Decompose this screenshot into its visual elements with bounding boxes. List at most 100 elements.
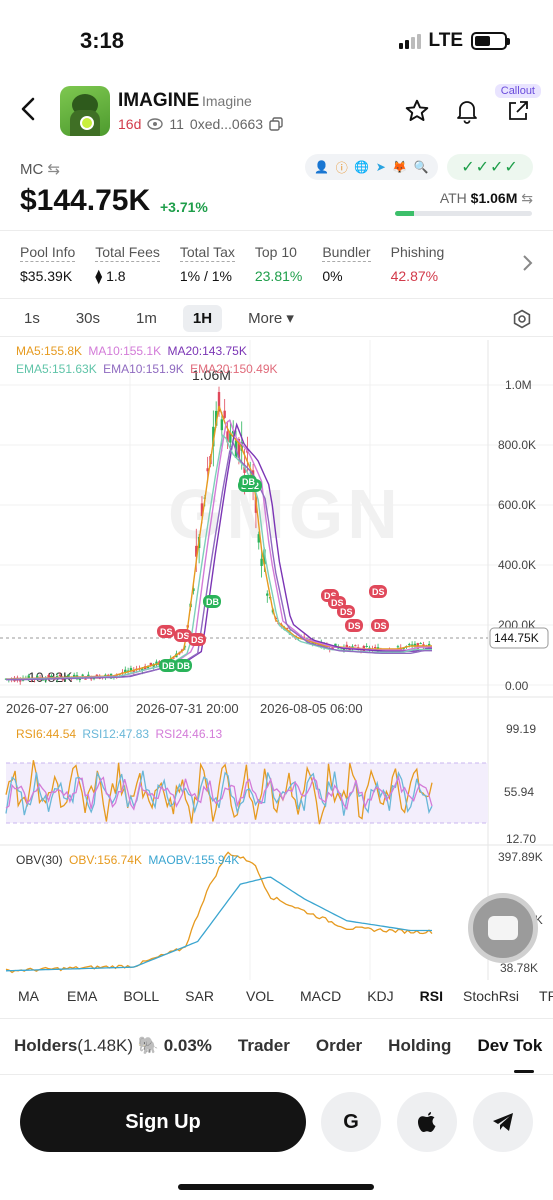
svg-text:DB: DB <box>162 661 175 671</box>
swap-icon: ⇆ <box>47 161 61 178</box>
candle-body <box>220 419 224 431</box>
star-icon[interactable] <box>402 96 432 126</box>
ind-rsi[interactable]: RSI <box>420 988 443 1004</box>
price-chart[interactable]: GMGN 1.0M 800.0K 600.0K 400.0K 200.0K 0.… <box>0 340 553 980</box>
obv-lines <box>5 851 433 974</box>
obv-tick: 397.89K <box>498 850 543 864</box>
ind-stochrsi[interactable]: StochRsi <box>463 988 519 1004</box>
apple-login-button[interactable] <box>397 1092 457 1152</box>
candle-body <box>374 646 377 648</box>
svg-text:DS: DS <box>348 621 361 631</box>
candle-body <box>78 678 82 680</box>
fox-icon: 🦊 <box>392 160 408 174</box>
trade-marker: DB <box>174 659 192 672</box>
tf-1s[interactable]: 1s <box>14 305 50 332</box>
ind-trix[interactable]: TRIX <box>539 988 553 1004</box>
tf-1m[interactable]: 1m <box>126 305 167 332</box>
apple-icon <box>418 1112 436 1132</box>
trade-marker: DB <box>203 595 221 608</box>
candle-body <box>81 674 84 676</box>
battery-icon <box>471 32 510 50</box>
svg-text:DS: DS <box>160 627 173 637</box>
bottom-tabs[interactable]: Holders(1.48K) 🐘 0.03% Trader Order Hold… <box>14 1036 542 1056</box>
candle-body <box>19 680 22 682</box>
ath-progress <box>395 211 532 216</box>
svg-text:DS: DS <box>191 635 204 645</box>
timeframe-tabs[interactable]: 1s 30s 1m 1H More ▾ <box>14 304 320 332</box>
warning-icon: ⓘ <box>335 160 348 175</box>
search-icon: 🔍 <box>413 160 429 174</box>
chevron-right-icon[interactable] <box>520 254 534 277</box>
ind-kdj[interactable]: KDJ <box>367 988 393 1004</box>
candle-body <box>419 643 422 645</box>
token-age: 16d <box>118 116 142 132</box>
tf-more[interactable]: More ▾ <box>238 304 304 332</box>
tab-dev-tok[interactable]: Dev Tok <box>477 1036 542 1056</box>
rsi-tick: 55.94 <box>504 785 534 799</box>
tab-trader[interactable]: Trader <box>238 1036 290 1056</box>
social-links[interactable]: 👤 ⓘ 🌐 ➤ 🦊 🔍 <box>305 154 438 180</box>
stat-total-tax[interactable]: Total Tax 1% / 1% <box>179 244 235 285</box>
share-icon[interactable] <box>503 96 533 126</box>
trade-marker: DS <box>369 585 387 598</box>
ema-legend: EMA5:151.63K EMA10:151.9K EMA20:150.49K <box>16 362 278 376</box>
settings-icon[interactable] <box>512 309 532 334</box>
ind-sar[interactable]: SAR <box>185 988 214 1004</box>
stat-top10[interactable]: Top 10 23.81% <box>255 244 302 285</box>
user-icon: 👤 <box>314 160 330 174</box>
ma-legend: MA5:155.8K MA10:155.1K MA20:143.75K <box>16 344 247 358</box>
token-address[interactable]: 0xed...0663 <box>190 116 263 132</box>
y-tick: 600.0K <box>498 498 536 512</box>
bell-icon[interactable] <box>452 96 482 126</box>
tf-1h[interactable]: 1H <box>182 304 223 332</box>
y-tick: 1.0M <box>505 378 532 392</box>
dev-icon: 🐘 <box>137 1036 159 1055</box>
rsi-tick: 99.19 <box>506 722 536 736</box>
svg-text:DS: DS <box>340 607 353 617</box>
ind-boll[interactable]: BOLL <box>123 988 159 1004</box>
back-icon[interactable] <box>14 94 44 124</box>
tab-order[interactable]: Order <box>316 1036 362 1056</box>
stats-row[interactable]: Pool Info $35.39K Total Fees ⧫ 1.8 Total T… <box>20 244 444 285</box>
mc-label: MC ⇆ <box>20 161 61 178</box>
svg-text:DS: DS <box>374 621 387 631</box>
tab-holding[interactable]: Holding <box>388 1036 451 1056</box>
svg-text:DB: DB <box>177 661 190 671</box>
token-subname: Imagine <box>202 93 252 109</box>
trade-marker: DB <box>239 475 257 488</box>
stat-pool-info[interactable]: Pool Info $35.39K <box>20 244 76 285</box>
rsi-tick: 12.70 <box>506 832 536 846</box>
candle-body <box>365 645 368 647</box>
signup-button[interactable]: Sign Up <box>20 1092 306 1152</box>
x-tick: 2026-07-27 06:00 <box>6 701 109 716</box>
token-meta: 16d 11 0xed...0663 <box>118 116 283 132</box>
candle-body <box>396 646 400 648</box>
indicator-tabs[interactable]: MA EMA BOLL SAR VOL MACD KDJ RSI StochRs… <box>18 988 553 1004</box>
eth-icon: ⧫ <box>95 268 107 284</box>
ind-vol[interactable]: VOL <box>246 988 274 1004</box>
candle-body <box>266 593 269 596</box>
trade-marker: DS <box>157 625 175 638</box>
ind-ema[interactable]: EMA <box>67 988 97 1004</box>
security-checks[interactable]: ✓✓✓✓ <box>447 154 533 180</box>
copy-icon[interactable] <box>269 117 283 131</box>
google-login-button[interactable]: G <box>321 1092 381 1152</box>
wallet-float-button[interactable] <box>468 893 538 963</box>
x-tick: 2026-08-05 06:00 <box>260 701 363 716</box>
trade-marker: DS <box>337 605 355 618</box>
google-icon: G <box>343 1110 359 1133</box>
status-time: 3:18 <box>80 28 125 53</box>
ath-info: ATH $1.06M ⇆ <box>439 190 533 206</box>
candle-body <box>354 645 357 647</box>
tf-30s[interactable]: 30s <box>66 305 110 332</box>
globe-icon: 🌐 <box>354 160 370 174</box>
ind-ma[interactable]: MA <box>18 988 39 1004</box>
telegram-login-button[interactable] <box>473 1092 533 1152</box>
ind-macd[interactable]: MACD <box>300 988 341 1004</box>
mc-value: $144.75K <box>20 184 151 217</box>
stat-phishing[interactable]: Phishing 42.87% <box>391 244 445 285</box>
tab-holders[interactable]: Holders(1.48K) 🐘 0.03% <box>14 1036 212 1056</box>
stat-total-fees[interactable]: Total Fees ⧫ 1.8 <box>95 244 160 285</box>
stat-bundler[interactable]: Bundler 0% <box>322 244 371 285</box>
candle-body <box>223 410 226 418</box>
